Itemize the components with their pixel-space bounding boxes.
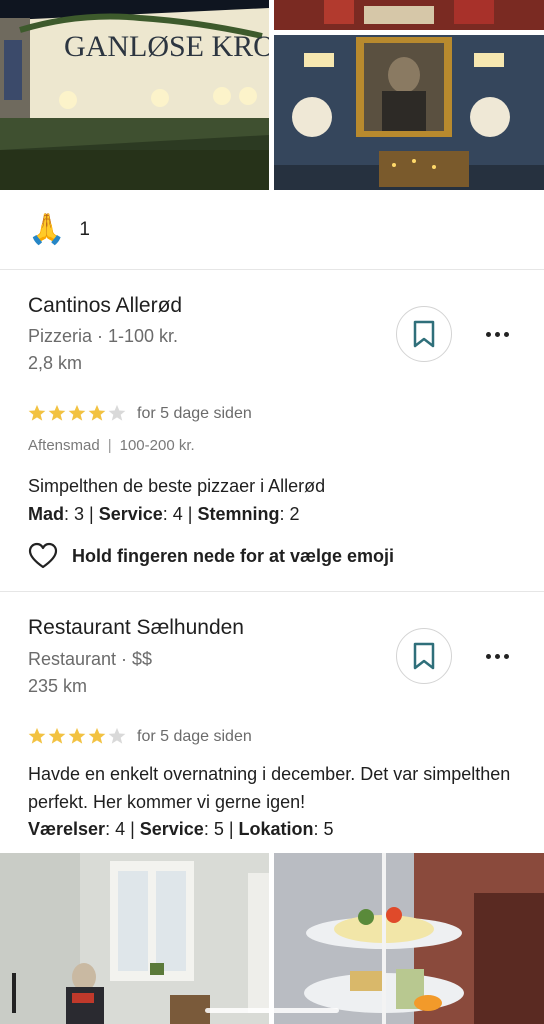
rating-value: : 2	[279, 504, 300, 524]
rating-label: Service	[98, 504, 163, 524]
rating-label: Service	[139, 819, 204, 839]
bookmark-button[interactable]	[396, 628, 452, 684]
category-ratings: Mad: 3 | Service: 4 | Stemning: 2	[28, 504, 300, 525]
rating-value: : 5	[313, 819, 334, 839]
place-distance: 2,8 km	[28, 353, 83, 373]
star-filled-icon	[48, 727, 66, 744]
home-indicator	[205, 1008, 339, 1013]
star-rating	[28, 727, 126, 745]
place-meta: Pizzeria · 1-100 kr.	[28, 326, 179, 346]
like-hint: Hold fingeren nede for at vælge emoji	[72, 545, 395, 566]
rating-label: Lokation	[238, 819, 314, 839]
photo-table-strip[interactable]	[274, 0, 544, 30]
rating-label: Værelser	[28, 819, 106, 839]
rating-value: : 5	[203, 819, 224, 839]
star-filled-icon	[88, 727, 106, 744]
tag-price: 100-200 kr.	[119, 437, 195, 454]
more-options-button[interactable]	[480, 644, 514, 668]
review-text: Simpelthen de beste pizzaer i Allerød	[28, 476, 326, 496]
place-name[interactable]: Restaurant Sælhunden	[28, 616, 244, 640]
star-filled-icon	[88, 404, 106, 421]
heart-icon[interactable]	[28, 542, 58, 570]
dot-icon	[485, 331, 491, 337]
star-filled-icon	[68, 727, 86, 744]
tag-separator: |	[107, 437, 112, 454]
like-row[interactable]: Hold fingeren nede for at vælge emoji	[28, 542, 394, 570]
dot-icon	[485, 653, 491, 659]
star-filled-icon	[68, 404, 86, 421]
review-card: Restaurant Sælhunden Restaurant · $$ 235…	[0, 592, 544, 852]
star-empty-icon	[108, 404, 126, 421]
bookmark-button[interactable]	[396, 306, 452, 362]
reaction-bar: 🙏 1	[0, 190, 544, 270]
rating-value: : 4	[105, 819, 126, 839]
star-filled-icon	[48, 404, 66, 421]
rating-value: : 3	[64, 504, 85, 524]
more-options-button[interactable]	[480, 322, 514, 346]
praying-hands-icon[interactable]: 🙏	[28, 214, 65, 245]
place-distance: 235 km	[28, 676, 88, 696]
rating-label: Stemning	[197, 504, 280, 524]
photo-food-tray[interactable]	[274, 853, 544, 1024]
sign-text: GANLØSE KRO	[64, 30, 269, 63]
rating-separator: |	[125, 819, 140, 839]
dot-icon	[503, 653, 509, 659]
rating-separator: |	[84, 504, 99, 524]
photo-room-window[interactable]	[0, 853, 269, 1024]
reaction-count: 1	[79, 218, 90, 240]
star-rating	[28, 404, 126, 422]
review-text: Havde en enkelt overnatning i december. …	[28, 764, 511, 812]
bookmark-icon	[413, 642, 435, 670]
dot-icon	[494, 331, 500, 337]
bottom-photo-row	[0, 853, 544, 1024]
rating-separator: |	[223, 819, 239, 839]
rating-value: : 4	[162, 504, 183, 524]
photo-ganlose-kro[interactable]: GANLØSE KRO	[0, 0, 269, 190]
rating-label: Mad	[28, 504, 64, 524]
rating-separator: |	[182, 504, 198, 524]
place-meta: Restaurant · $$	[28, 649, 153, 669]
review-time: for 5 dage siden	[137, 405, 252, 422]
place-name[interactable]: Cantinos Allerød	[28, 294, 182, 318]
dot-icon	[503, 331, 509, 337]
review-tags: Aftensmad | 100-200 kr.	[28, 437, 195, 454]
tag-meal: Aftensmad	[28, 437, 100, 454]
star-filled-icon	[28, 404, 46, 421]
photo-king-portrait[interactable]	[274, 35, 544, 190]
category-ratings: Værelser: 4 | Service: 5 | Lokation: 5	[28, 819, 334, 840]
review-time: for 5 dage siden	[137, 728, 252, 745]
top-photo-row: GANLØSE KRO	[0, 0, 544, 190]
star-filled-icon	[28, 727, 46, 744]
bookmark-icon	[413, 320, 435, 348]
dot-icon	[494, 653, 500, 659]
star-empty-icon	[108, 727, 126, 744]
review-card: Cantinos Allerød Pizzeria · 1-100 kr. 2,…	[0, 270, 544, 592]
